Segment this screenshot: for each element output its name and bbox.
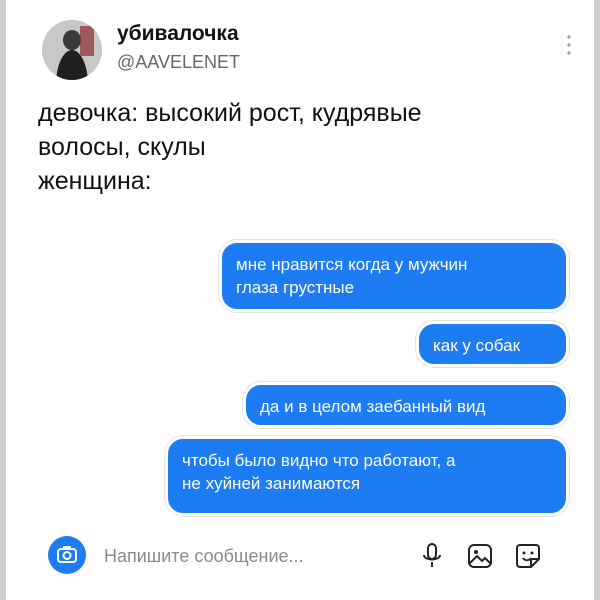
message-input[interactable] <box>102 536 396 576</box>
sticker-icon[interactable] <box>514 542 542 570</box>
left-border <box>0 0 6 600</box>
tweet-text: девочка: высокий рост, кудрявые волосы, … <box>38 96 558 198</box>
message-line: не хуйней занимаются <box>182 474 361 493</box>
tweet-text-line: женщина: <box>38 167 152 195</box>
message-line: как у собак <box>433 336 521 355</box>
message-bubble[interactable]: мне нравится когда у мужчин глаза грустн… <box>219 240 569 312</box>
message-line: мне нравится когда у мужчин <box>236 255 468 274</box>
message-line: да и в целом заебанный вид <box>260 397 486 416</box>
right-border <box>594 0 600 600</box>
message-composer <box>48 536 568 576</box>
message-bubble[interactable]: да и в целом заебанный вид <box>243 382 569 428</box>
message-bubble[interactable]: чтобы было видно что работают, а не хуйн… <box>165 436 569 516</box>
camera-icon <box>57 546 77 563</box>
microphone-icon[interactable] <box>420 542 444 570</box>
camera-button[interactable] <box>48 536 86 574</box>
tweet-text-line: девочка: высокий рост, кудрявые <box>38 99 422 127</box>
message-line: чтобы было видно что работают, а <box>182 451 456 470</box>
more-options-icon[interactable] <box>566 34 572 56</box>
message-line: глаза грустные <box>236 278 355 297</box>
screenshot-frame: убивалочка @AAVELENET девочка: высокий р… <box>0 0 600 600</box>
user-handle[interactable]: @AAVELENET <box>117 52 240 73</box>
display-name[interactable]: убивалочка <box>117 22 239 46</box>
image-icon[interactable] <box>466 542 494 570</box>
tweet-text-line: волосы, скулы <box>38 133 206 161</box>
message-bubble[interactable]: как у собак <box>416 321 569 367</box>
avatar[interactable] <box>42 20 102 80</box>
avatar-photo <box>42 20 102 80</box>
